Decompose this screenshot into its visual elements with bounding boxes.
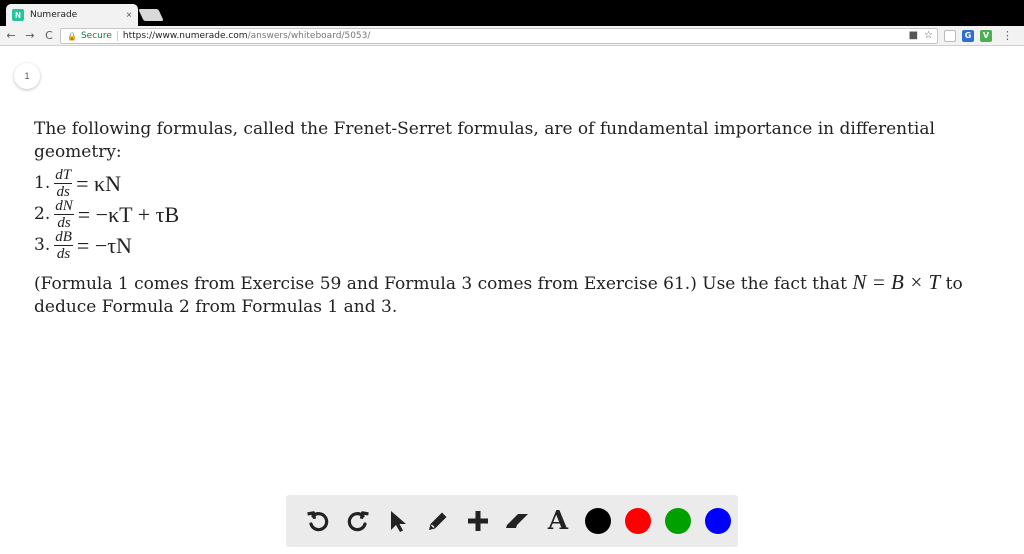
formula-number: 3.: [34, 235, 51, 255]
browser-toolbar: ← → C 🔒 Secure https://www.numerade.com /…: [0, 26, 1024, 46]
formula-number: 2.: [34, 204, 51, 224]
secure-label: Secure: [80, 31, 112, 41]
drawing-toolbar: A: [286, 495, 738, 547]
question-content: The following formulas, called the Frene…: [34, 118, 994, 319]
formula-rhs: = −κT + τB: [77, 202, 180, 227]
plus-icon: [468, 511, 488, 531]
intro-text: The following formulas, called the Frene…: [34, 119, 935, 162]
reload-icon[interactable]: C: [41, 29, 57, 42]
url-domain: https://www.numerade.com: [122, 31, 248, 41]
browser-tab[interactable]: N Numerade ×: [6, 4, 138, 26]
star-icon[interactable]: ☆: [924, 30, 933, 41]
undo-icon: [307, 511, 329, 532]
instruction-math: N = B × T: [852, 270, 941, 294]
redo-button[interactable]: [338, 501, 378, 541]
color-red-button[interactable]: [618, 501, 658, 541]
text-tool-icon: A: [547, 506, 569, 536]
color-swatch-black: [585, 508, 611, 534]
lock-icon: 🔒: [67, 31, 77, 41]
redo-icon: [347, 511, 369, 532]
address-bar[interactable]: 🔒 Secure https://www.numerade.com/answer…: [60, 28, 938, 44]
select-button[interactable]: [378, 501, 418, 541]
formula-1: 1. dT ds = κN: [34, 167, 994, 200]
menu-dots-icon[interactable]: ⋮: [1002, 29, 1013, 42]
formula-2: 2. dN ds = −κT + τB: [34, 198, 994, 231]
fraction: dT ds: [54, 167, 73, 200]
color-green-button[interactable]: [658, 501, 698, 541]
instruction-text: (Formula 1 comes from Exercise 59 and Fo…: [34, 274, 853, 294]
camera-icon[interactable]: ■: [909, 30, 918, 41]
extension-g-icon[interactable]: G: [962, 29, 974, 42]
fraction-numerator: dN: [54, 198, 74, 215]
extension-v-icon[interactable]: V: [980, 29, 992, 42]
forward-arrow-icon[interactable]: →: [22, 29, 38, 42]
formula-3: 3. dB ds = −τN: [34, 229, 994, 262]
formula-rhs: = −τN: [76, 233, 132, 258]
extensions: G V ⋮: [944, 29, 1013, 42]
divider: [116, 31, 118, 41]
fraction-denominator: ds: [56, 184, 70, 200]
color-swatch-green: [665, 508, 691, 534]
color-swatch-red: [625, 508, 651, 534]
page-number-badge[interactable]: 1: [14, 63, 40, 89]
extension-blank-icon[interactable]: [944, 29, 956, 42]
back-arrow-icon[interactable]: ←: [3, 29, 19, 42]
eraser-button[interactable]: [498, 501, 538, 541]
tab-strip: N Numerade ×: [0, 0, 1024, 26]
pencil-icon: [429, 512, 447, 530]
url-path: /answers/whiteboard/5053/: [247, 31, 371, 41]
fraction: dN ds: [54, 198, 74, 231]
tab-title: Numerade: [30, 10, 78, 20]
cursor-arrow-icon: [391, 511, 406, 532]
new-tab-button[interactable]: [138, 9, 164, 21]
color-black-button[interactable]: [578, 501, 618, 541]
fraction: dB ds: [54, 229, 73, 262]
formula-list: 1. dT ds = κN 2. dN ds = −κT + τB 3. dB …: [34, 167, 994, 262]
pen-button[interactable]: [418, 501, 458, 541]
text-tool-button[interactable]: A: [538, 501, 578, 541]
undo-button[interactable]: [298, 501, 338, 541]
color-blue-button[interactable]: [698, 501, 738, 541]
formula-number: 1.: [34, 173, 51, 193]
add-button[interactable]: [458, 501, 498, 541]
close-icon[interactable]: ×: [126, 10, 132, 21]
color-swatch-blue: [705, 508, 731, 534]
fraction-numerator: dB: [54, 229, 73, 246]
fraction-denominator: ds: [57, 215, 71, 231]
instruction-paragraph: (Formula 1 comes from Exercise 59 and Fo…: [34, 271, 994, 319]
eraser-icon: [506, 514, 528, 528]
fraction-numerator: dT: [54, 167, 73, 184]
fraction-denominator: ds: [56, 246, 71, 262]
numerade-favicon-icon: N: [12, 9, 24, 21]
formula-rhs: = κN: [76, 171, 121, 196]
